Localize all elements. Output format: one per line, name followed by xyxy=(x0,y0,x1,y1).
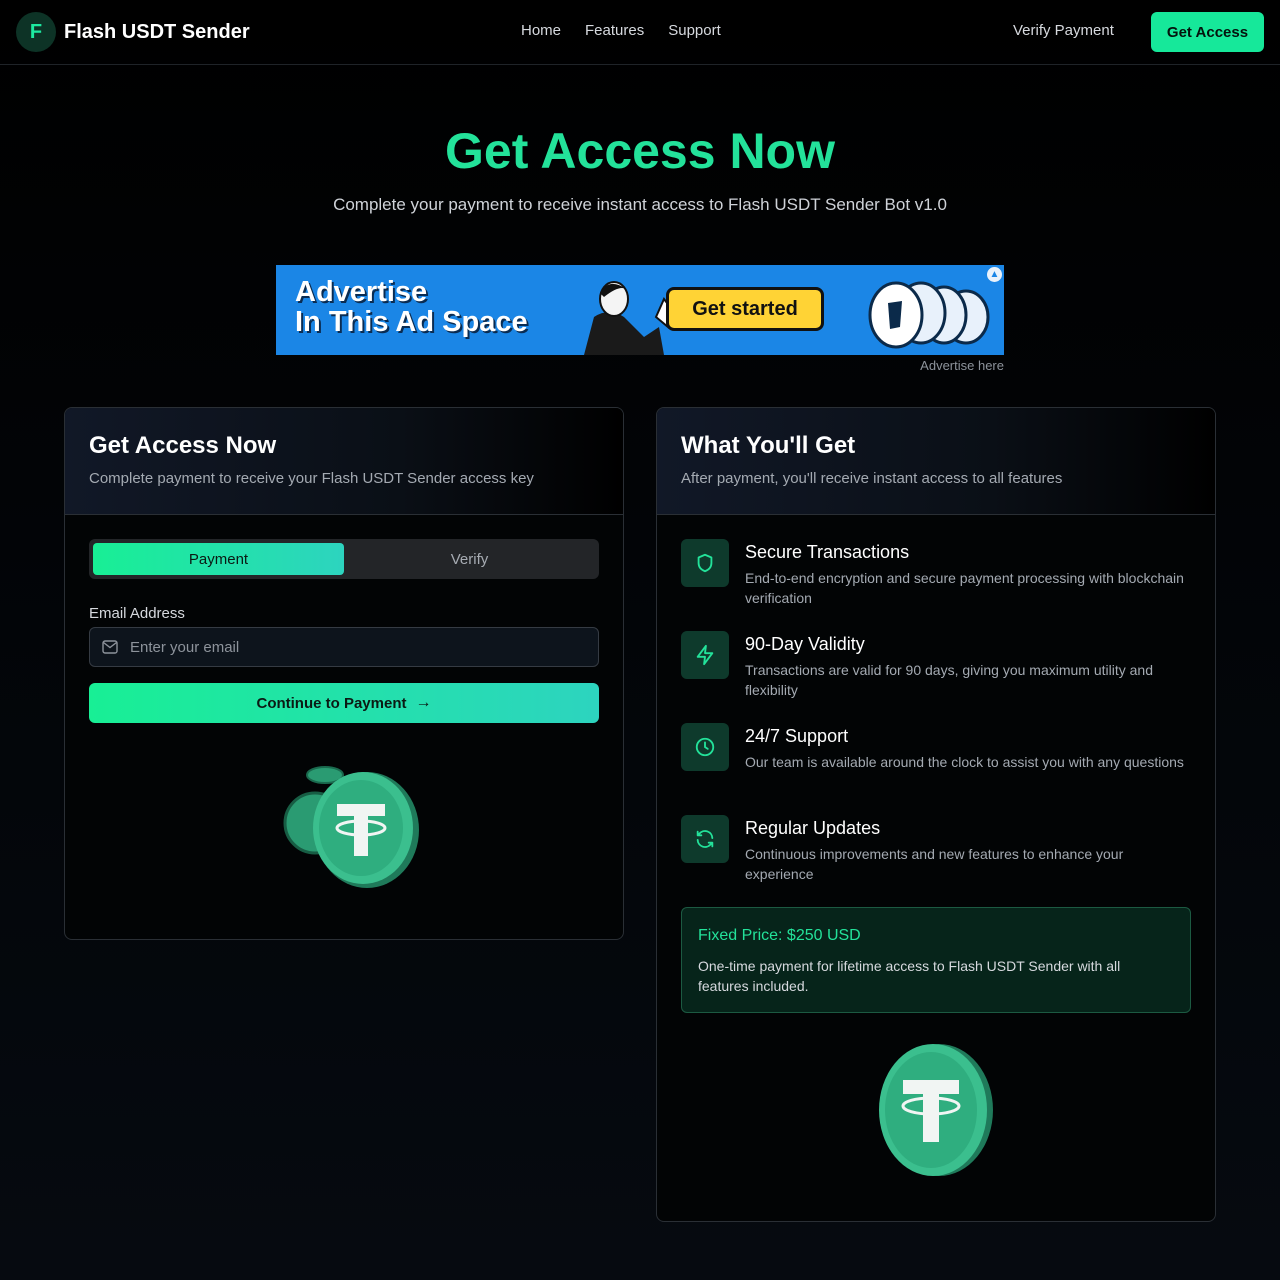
price-title: Fixed Price: $250 USD xyxy=(698,927,861,944)
feature-title: Secure Transactions xyxy=(745,542,910,562)
feature-description: Our team is available around the clock t… xyxy=(745,754,1184,770)
ad-caption[interactable]: Advertise here xyxy=(276,358,1004,373)
feature-title: 90-Day Validity xyxy=(745,634,865,654)
tether-coins-illustration xyxy=(283,766,419,888)
ad-choices-icon[interactable]: ▲ xyxy=(987,267,1002,282)
feature-item: 24/7 Support Our team is available aroun… xyxy=(681,723,1191,803)
mail-icon xyxy=(102,640,118,654)
ad-coins-illustration xyxy=(868,281,990,349)
price-description: One-time payment for lifetime access to … xyxy=(698,958,1121,994)
payment-card-title: Get Access Now xyxy=(89,432,277,459)
ad-get-started-button[interactable]: Get started xyxy=(666,287,824,331)
shield-icon xyxy=(681,539,729,587)
feature-title: Regular Updates xyxy=(745,818,881,838)
payment-card-description: Complete payment to receive your Flash U… xyxy=(89,470,534,487)
feature-item: Secure Transactions End-to-end encryptio… xyxy=(681,539,1191,619)
continue-to-payment-button[interactable]: Continue to Payment → xyxy=(89,683,599,723)
benefits-card: What You'll Get After payment, you'll re… xyxy=(656,407,1216,1222)
arrow-right-icon: → xyxy=(415,694,432,711)
feature-title: 24/7 Support xyxy=(745,726,849,746)
get-access-button[interactable]: Get Access xyxy=(1151,12,1264,52)
refresh-icon xyxy=(681,815,729,863)
feature-description: Continuous improvements and new features… xyxy=(745,846,1124,882)
benefits-card-title: What You'll Get xyxy=(681,432,856,459)
ad-headline: Advertise In This Ad Space xyxy=(295,277,565,337)
feature-description: Transactions are valid for 90 days, givi… xyxy=(745,662,1153,698)
lightning-icon xyxy=(681,631,729,679)
email-label: Email Address xyxy=(89,605,185,622)
nav-links: Home Features Support xyxy=(521,22,721,39)
tether-coin-illustration xyxy=(879,1044,993,1176)
clock-icon xyxy=(681,723,729,771)
nav-link-support[interactable]: Support xyxy=(668,22,721,39)
brand-name: Flash USDT Sender xyxy=(64,20,250,43)
feature-item: 90-Day Validity Transactions are valid f… xyxy=(681,631,1191,711)
payment-card: Get Access Now Complete payment to recei… xyxy=(64,407,624,940)
page-subtitle: Complete your payment to receive instant… xyxy=(333,195,947,214)
benefits-card-description: After payment, you'll receive instant ac… xyxy=(681,470,1063,487)
brand[interactable]: F Flash USDT Sender xyxy=(16,12,250,52)
ad-person-illustration xyxy=(584,281,672,355)
email-input[interactable] xyxy=(130,628,590,666)
top-navbar: F Flash USDT Sender Home Features Suppor… xyxy=(0,0,1280,65)
verify-payment-link[interactable]: Verify Payment xyxy=(1013,22,1114,39)
ad-line-2: In This Ad Space xyxy=(295,306,528,338)
page-title: Get Access Now xyxy=(445,123,835,179)
nav-link-features[interactable]: Features xyxy=(585,22,644,39)
nav-link-home[interactable]: Home xyxy=(521,22,561,39)
payment-tabs: Payment Verify xyxy=(89,539,599,579)
feature-item: Regular Updates Continuous improvements … xyxy=(681,815,1191,895)
price-box: Fixed Price: $250 USD One-time payment f… xyxy=(681,907,1191,1013)
feature-description: End-to-end encryption and secure payment… xyxy=(745,570,1184,606)
payment-card-header: Get Access Now Complete payment to recei… xyxy=(65,408,623,515)
continue-label: Continue to Payment xyxy=(256,694,407,712)
tab-payment[interactable]: Payment xyxy=(93,543,344,575)
ad-line-1: Advertise xyxy=(295,276,428,308)
email-field-wrapper xyxy=(89,627,599,667)
ad-banner[interactable]: Advertise In This Ad Space Get started ▲ xyxy=(276,265,1004,355)
tab-verify[interactable]: Verify xyxy=(344,543,595,575)
benefits-card-header: What You'll Get After payment, you'll re… xyxy=(657,408,1215,515)
brand-logo: F xyxy=(16,12,56,52)
